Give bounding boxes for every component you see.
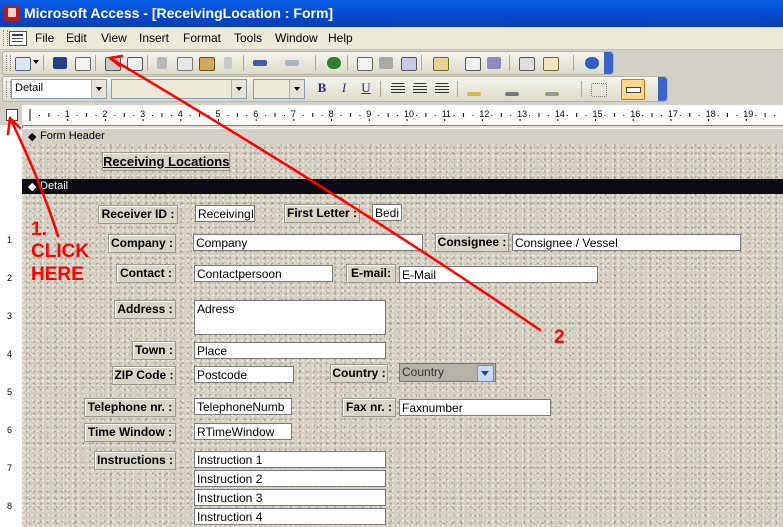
annotation-step-1-click: CLICK: [31, 241, 90, 262]
arrow-2-shaft: [108, 56, 542, 332]
annotation-arrows: [6, 54, 542, 332]
annotation-step-1-here: HERE: [31, 264, 84, 285]
annotation-step-2-number: 2: [554, 327, 565, 348]
annotation-step-1-number: 1.: [31, 219, 47, 240]
